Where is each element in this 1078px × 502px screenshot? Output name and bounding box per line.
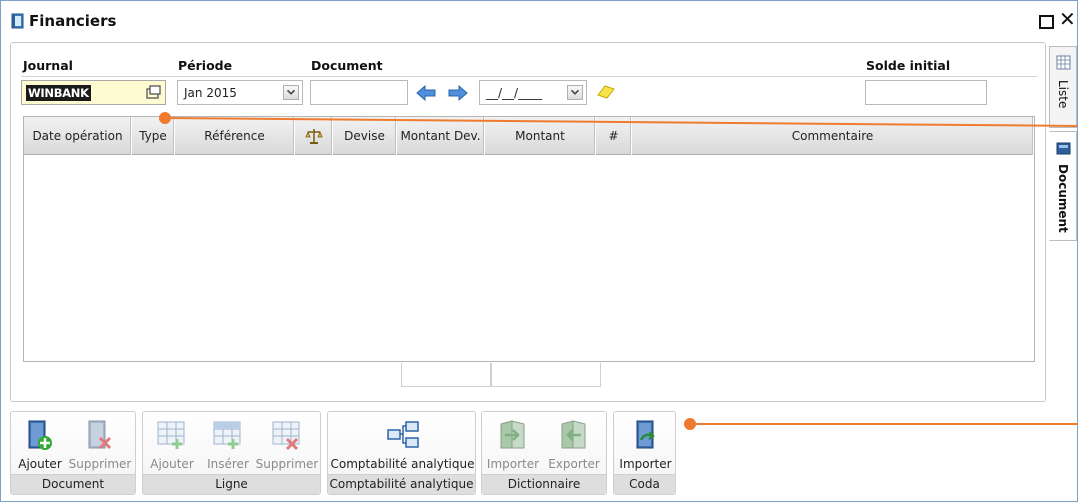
document-add-label: Ajouter: [18, 457, 62, 471]
window-title: Financiers: [29, 12, 117, 30]
document-add-button[interactable]: Ajouter: [13, 412, 67, 474]
ribbon-caption-document: Document: [11, 474, 135, 494]
periode-value: Jan 2015: [184, 86, 237, 100]
title-bar: Financiers ✕: [1, 1, 1077, 37]
ribbon-group-analytique: Comptabilité analytique Comptabilité ana…: [327, 411, 476, 495]
grid-icon: [1056, 55, 1071, 70]
financiers-window: Financiers ✕ Journal Période Document So…: [0, 0, 1078, 502]
col-montant-dev[interactable]: Montant Dev.: [397, 117, 485, 155]
eraser-icon[interactable]: [596, 83, 616, 101]
close-button[interactable]: ✕: [1059, 9, 1076, 29]
solde-initial-input[interactable]: [865, 80, 987, 105]
callout-line-ribbon: [690, 423, 1078, 425]
book-icon: [11, 13, 24, 29]
door-add-icon: [28, 420, 52, 450]
ribbon-group-document: Ajouter Supprimer Document: [10, 411, 136, 495]
header-divider: [21, 76, 1037, 77]
ligne-add-button[interactable]: Ajouter: [145, 412, 199, 474]
chevron-down-icon[interactable]: [567, 85, 583, 100]
ribbon-group-ligne: Ajouter Insérer Supprimer Ligne: [142, 411, 321, 495]
date-value: __/__/____: [486, 86, 543, 100]
door-delete-icon: [88, 420, 112, 450]
book-import-icon: [500, 420, 525, 449]
total-montant-dev: [401, 363, 491, 387]
document-delete-label: Supprimer: [68, 457, 132, 471]
row-delete-icon: [272, 421, 300, 451]
scales-icon: [304, 129, 323, 144]
ribbon-group-dictionnaire: Importer Exporter Dictionnaire: [481, 411, 607, 495]
coda-import-label: Importer: [619, 457, 672, 471]
chevron-down-icon[interactable]: [283, 85, 299, 100]
document-delete-button[interactable]: Supprimer: [67, 412, 133, 474]
ribbon-caption-analytique: Comptabilité analytique: [328, 474, 475, 494]
date-select[interactable]: __/__/____: [479, 80, 587, 105]
row-add-icon: [157, 421, 185, 449]
comptabilite-analytique-label: Comptabilité analytique: [330, 457, 475, 471]
ribbon-caption-dictionnaire: Dictionnaire: [482, 474, 606, 494]
col-balance[interactable]: [295, 117, 333, 155]
journal-value: WINBANK: [26, 85, 91, 101]
arrow-left-icon[interactable]: [415, 85, 437, 101]
book-export-icon: [561, 420, 586, 449]
coda-import-button[interactable]: Importer: [616, 412, 675, 474]
solde-initial-label: Solde initial: [866, 58, 951, 73]
total-montant: [491, 363, 601, 387]
hierarchy-icon: [386, 421, 419, 448]
col-reference[interactable]: Référence: [175, 117, 295, 155]
tab-document-label: Document: [1056, 164, 1070, 233]
dictionnaire-export-label: Exporter: [548, 457, 600, 471]
dictionnaire-export-button[interactable]: Exporter: [544, 412, 604, 474]
document-icon: [1056, 142, 1071, 155]
periode-select[interactable]: Jan 2015: [177, 80, 303, 105]
lookup-icon[interactable]: [145, 84, 162, 101]
tab-liste-label: Liste: [1056, 80, 1070, 109]
arrow-right-icon[interactable]: [447, 85, 469, 101]
dictionnaire-import-label: Importer: [486, 457, 540, 471]
periode-label: Période: [178, 58, 233, 73]
col-montant[interactable]: Montant: [485, 117, 596, 155]
ribbon-caption-ligne: Ligne: [143, 474, 320, 494]
maximize-button[interactable]: [1039, 15, 1054, 29]
document-label: Document: [311, 58, 383, 73]
ligne-delete-label: Supprimer: [255, 457, 319, 471]
ligne-insert-button[interactable]: Insérer: [201, 412, 255, 474]
ligne-add-label: Ajouter: [150, 457, 194, 471]
row-insert-icon: [213, 421, 241, 449]
document-input[interactable]: [310, 80, 408, 105]
ligne-delete-button[interactable]: Supprimer: [255, 412, 319, 474]
ribbon-caption-coda: Coda: [614, 474, 675, 494]
journal-field[interactable]: WINBANK: [21, 80, 166, 105]
comptabilite-analytique-button[interactable]: Comptabilité analytique: [330, 412, 475, 474]
col-date-operation[interactable]: Date opération: [24, 117, 132, 155]
ligne-insert-label: Insérer: [207, 457, 249, 471]
document-panel: Journal Période Document Solde initial W…: [10, 42, 1046, 402]
door-import-icon: [636, 420, 655, 449]
operations-grid[interactable]: Date opération Type Référence Devise Mon…: [23, 116, 1035, 362]
ribbon-group-coda: Importer Coda: [613, 411, 676, 495]
journal-label: Journal: [23, 58, 73, 73]
col-devise[interactable]: Devise: [333, 117, 397, 155]
tab-document[interactable]: Document: [1049, 131, 1077, 241]
dictionnaire-import-button[interactable]: Importer: [484, 412, 542, 474]
tab-liste[interactable]: Liste: [1049, 46, 1077, 128]
